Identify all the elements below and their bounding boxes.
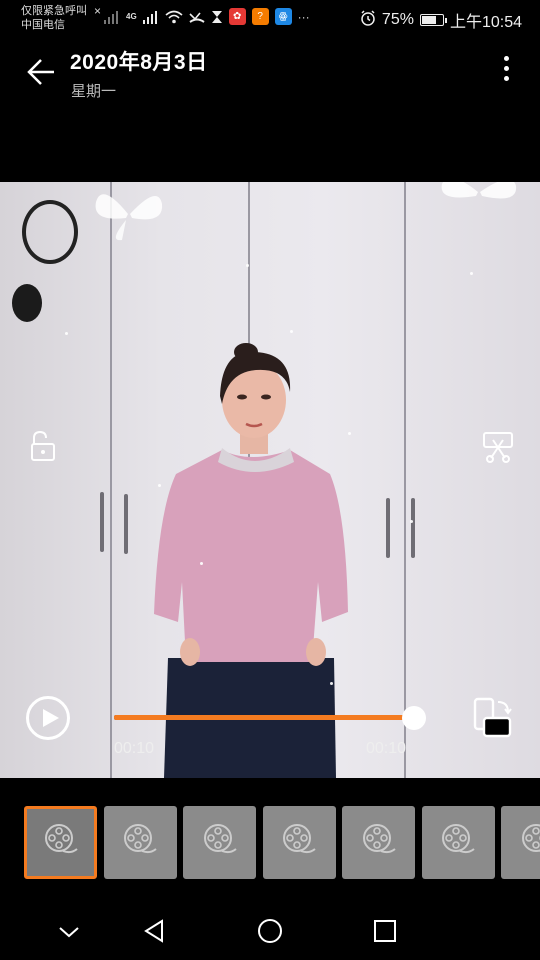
butterfly-sticker (95, 194, 163, 241)
butterfly-sticker-2 (441, 182, 517, 199)
thumbnail-strip (24, 806, 540, 880)
more-notifications-icon: ··· (297, 9, 310, 24)
missed-call-icon (189, 9, 205, 25)
video-frame-thumbnail[interactable] (421, 806, 495, 879)
video-frame-thumbnail[interactable] (183, 806, 256, 879)
rotate-icon[interactable] (470, 696, 514, 740)
nav-home-icon[interactable] (255, 916, 285, 946)
signal-strength-icon (142, 9, 159, 25)
page-subtitle: 星期一 (71, 83, 117, 100)
nav-recents-icon[interactable] (370, 916, 400, 946)
video-frame-thumbnail[interactable] (342, 806, 415, 879)
video-reel-icon (518, 820, 540, 865)
carrier-info: 仅限紧急呼叫 中国电信 (21, 4, 87, 32)
video-preview[interactable] (0, 182, 540, 778)
clock: 上午10:54 (449, 14, 522, 31)
signal-icon (104, 9, 120, 25)
progress-handle[interactable] (402, 706, 426, 730)
video-reel-icon (359, 820, 399, 865)
unlock-icon[interactable] (26, 428, 58, 464)
video-frame-thumbnail[interactable] (501, 806, 540, 879)
video-reel-icon (41, 820, 81, 865)
navigation-bar (0, 900, 540, 960)
video-frame-thumbnail[interactable] (24, 806, 97, 879)
more-vertical-icon[interactable] (496, 56, 516, 88)
video-reel-icon (200, 820, 240, 865)
page-title: 2020年8月3日 (70, 51, 208, 74)
current-time: 00:10 (114, 740, 155, 757)
nav-collapse-icon[interactable] (54, 916, 84, 946)
total-time: 00:10 (366, 740, 407, 757)
app-notification-icon-blue: ꙮ (274, 8, 292, 25)
close-icon: × (94, 4, 102, 18)
wifi-icon (165, 9, 183, 25)
battery-percent: 75% (381, 11, 414, 28)
person-in-video (154, 343, 348, 778)
progress-track[interactable] (114, 715, 414, 720)
hourglass-icon (211, 9, 223, 25)
video-frame-thumbnail[interactable] (103, 806, 177, 879)
app-notification-icon-orange: ? (251, 8, 269, 25)
play-icon[interactable] (26, 696, 70, 740)
video-reel-icon (438, 820, 478, 865)
progress-fill (114, 715, 414, 720)
carrier-name: 中国电信 (21, 19, 65, 31)
status-bar: 仅限紧急呼叫 中国电信 × 4G ✿ ? ꙮ ··· 75% 上午10:54 (0, 0, 540, 36)
emergency-only-text: 仅限紧急呼叫 (21, 5, 87, 17)
nav-back-icon[interactable] (140, 916, 170, 946)
scissors-icon[interactable] (481, 430, 515, 464)
network-type-label: 4G (126, 11, 137, 21)
video-reel-icon (120, 820, 160, 865)
app-notification-icon-red: ✿ (228, 8, 246, 25)
alarm-icon (360, 9, 376, 31)
video-reel-icon (279, 820, 319, 865)
battery-icon (419, 14, 447, 26)
network-type-icon: 4G (126, 9, 137, 25)
back-arrow-icon[interactable] (24, 54, 60, 90)
video-frame-thumbnail[interactable] (262, 806, 336, 879)
